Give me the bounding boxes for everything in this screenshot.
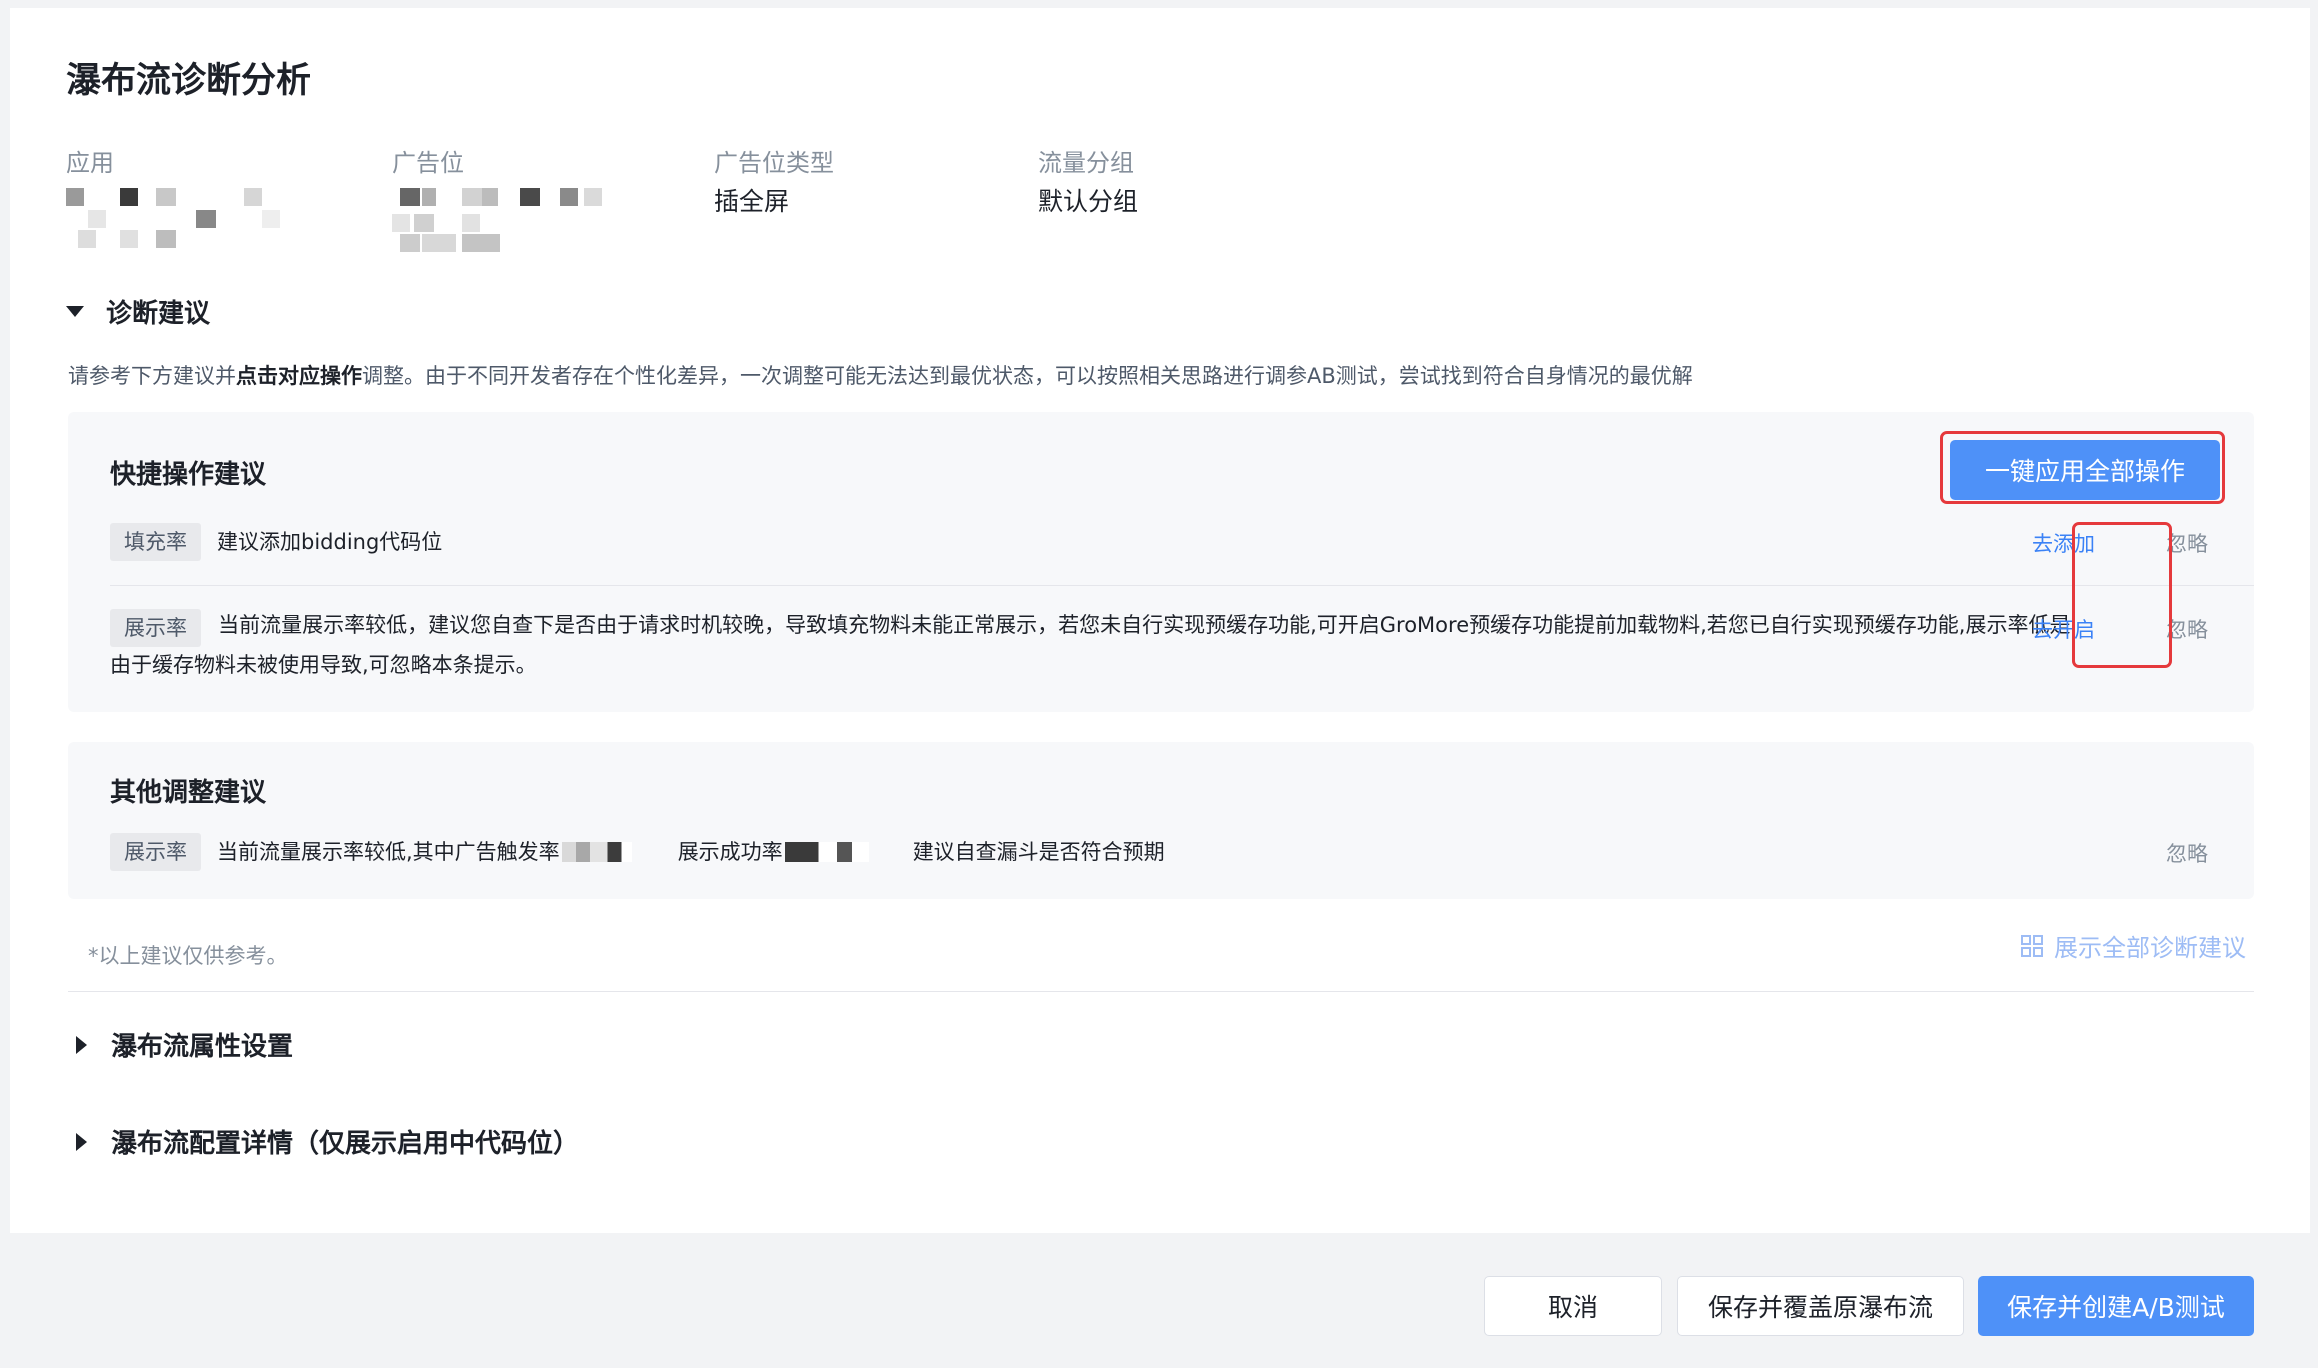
highlight-box <box>1940 431 2225 504</box>
quick-suggestions-card: 快捷操作建议 一键应用全部操作 填充率 建议添加bidding代码位 去添加 忽… <box>68 412 2254 712</box>
caret-right-icon <box>76 1035 87 1054</box>
desc-prefix: 请参考下方建议并 <box>68 364 236 388</box>
cancel-button[interactable]: 取消 <box>1484 1276 1662 1336</box>
info-ad-slot-type-label: 广告位类型 <box>714 149 834 177</box>
ignore-link[interactable]: 忽略 <box>2166 614 2208 644</box>
info-traffic-group-label: 流量分组 <box>1038 149 1134 177</box>
suggestion-text: 当前流量展示率较低，建议您自查下是否由于请求时机较晚，导致填充物料未能正常展示，… <box>110 613 2071 677</box>
desc-bold: 点击对应操作 <box>236 364 362 388</box>
show-all-diagnosis-label: 展示全部诊断建议 <box>2054 934 2246 962</box>
grid-icon <box>2021 934 2043 957</box>
info-app-label: 应用 <box>66 149 114 177</box>
save-create-ab-button[interactable]: 保存并创建A/B测试 <box>1978 1276 2254 1336</box>
redacted-value <box>561 842 632 862</box>
redacted-value <box>784 842 869 862</box>
save-overwrite-button[interactable]: 保存并覆盖原瀑布流 <box>1677 1276 1964 1336</box>
ad-slot-value-redacted <box>392 184 632 252</box>
caret-down-icon <box>66 306 84 317</box>
suggestion-text: 建议添加bidding代码位 <box>217 529 443 554</box>
waterfall-config-section-toggle[interactable]: 瀑布流配置详情（仅展示启用中代码位） <box>66 1123 579 1160</box>
other-suggestions-title: 其他调整建议 <box>110 778 267 808</box>
suggestion-tag: 填充率 <box>110 523 201 561</box>
info-ad-slot-type: 广告位类型 插全屏 <box>714 146 834 222</box>
diagnosis-description: 请参考下方建议并点击对应操作调整。由于不同开发者存在个性化差异，一次调整可能无法… <box>68 360 1693 390</box>
ignore-link[interactable]: 忽略 <box>2166 528 2208 558</box>
info-ad-slot: 广告位 <box>392 146 632 252</box>
section-divider <box>68 991 2254 992</box>
app-value-redacted <box>66 184 306 248</box>
info-ad-slot-type-value: 插全屏 <box>714 187 790 216</box>
info-traffic-group-value: 默认分组 <box>1038 187 1139 216</box>
suggestion-text-c: 建议自查漏斗是否符合预期 <box>912 839 1165 864</box>
show-all-diagnosis-button[interactable]: 展示全部诊断建议 <box>2020 928 2246 963</box>
suggestion-tag: 展示率 <box>110 833 201 871</box>
waterfall-config-title: 瀑布流配置详情（仅展示启用中代码位） <box>111 1129 580 1159</box>
suggestion-text-a: 当前流量展示率较低,其中广告触发率 <box>217 839 560 864</box>
quick-suggestions-title: 快捷操作建议 <box>110 460 267 490</box>
row-divider <box>110 585 2254 586</box>
ignore-link[interactable]: 忽略 <box>2166 838 2208 868</box>
info-traffic-group: 流量分组 默认分组 <box>1038 146 1138 222</box>
diagnosis-section-toggle[interactable]: 诊断建议 <box>66 293 210 330</box>
caret-right-icon <box>76 1132 87 1151</box>
info-ad-slot-label: 广告位 <box>392 149 464 177</box>
list-item: 展示率 当前流量展示率较低,其中广告触发率 展示成功率 建议自查漏斗是否符合预期 <box>110 833 1165 871</box>
footnote: *以上建议仅供参考。 <box>88 944 288 968</box>
desc-suffix: 调整。由于不同开发者存在个性化差异，一次调整可能无法达到最优状态，可以按照相关思… <box>362 364 1693 388</box>
suggestion-text-b: 展示成功率 <box>677 839 783 864</box>
page-title: 瀑布流诊断分析 <box>66 61 312 101</box>
suggestion-tag: 展示率 <box>110 608 201 647</box>
waterfall-props-title: 瀑布流属性设置 <box>111 1032 294 1062</box>
highlight-box <box>2072 522 2172 668</box>
list-item: 展示率 当前流量展示率较低，建议您自查下是否由于请求时机较晚，导致填充物料未能正… <box>110 607 2080 685</box>
info-app: 应用 <box>66 146 306 248</box>
list-item: 填充率 建议添加bidding代码位 <box>110 523 442 561</box>
other-suggestions-card: 其他调整建议 展示率 当前流量展示率较低,其中广告触发率 展示成功率 建议自查漏… <box>68 742 2254 899</box>
diagnosis-section-title: 诊断建议 <box>106 299 211 329</box>
waterfall-props-section-toggle[interactable]: 瀑布流属性设置 <box>66 1026 293 1063</box>
